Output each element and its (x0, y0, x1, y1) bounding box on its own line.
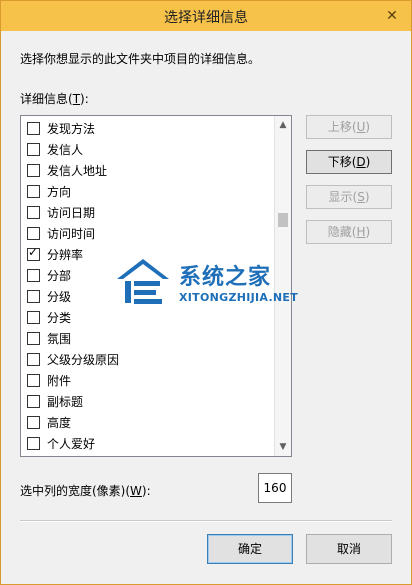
checkbox[interactable] (27, 395, 40, 408)
dialog-description: 选择你想显示的此文件夹中项目的详细信息。 (20, 52, 261, 66)
chevron-down-icon[interactable]: ▼ (275, 439, 291, 455)
list-item[interactable]: 个人爱好 (21, 433, 271, 454)
details-items: 发现方法发信人发信人地址方向访问日期访问时间分辨率分部分级分类氛围父级分级原因附… (21, 118, 271, 454)
list-item-label: 发现方法 (47, 122, 96, 136)
close-button[interactable]: ✕ (381, 6, 403, 26)
column-width-label: 选中列的宽度(像素)(W): (20, 484, 151, 498)
vertical-scrollbar[interactable]: ▲ ▼ (274, 116, 291, 456)
list-item-label: 氛围 (47, 332, 72, 346)
choose-details-dialog: 选择详细信息 ✕ 选择你想显示的此文件夹中项目的详细信息。 详细信息(T): 发… (0, 0, 412, 585)
dialog-body: 选择你想显示的此文件夹中项目的详细信息。 详细信息(T): 发现方法发信人发信人… (8, 31, 404, 577)
list-item[interactable]: 发信人 (21, 139, 271, 160)
list-item[interactable]: 发信人地址 (21, 160, 271, 181)
scrollbar-thumb[interactable] (278, 213, 288, 227)
checkbox[interactable] (27, 332, 40, 345)
list-item-label: 方向 (47, 185, 72, 199)
list-item[interactable]: 父级分级原因 (21, 349, 271, 370)
details-listbox[interactable]: 发现方法发信人发信人地址方向访问日期访问时间分辨率分部分级分类氛围父级分级原因附… (20, 115, 292, 457)
list-item-label: 附件 (47, 374, 72, 388)
checkbox[interactable] (27, 437, 40, 450)
list-item-label: 高度 (47, 416, 72, 430)
checkbox[interactable] (27, 269, 40, 282)
close-icon: ✕ (386, 8, 398, 24)
checkbox[interactable] (27, 416, 40, 429)
chevron-up-icon[interactable]: ▲ (275, 117, 291, 133)
list-item-label: 分部 (47, 269, 72, 283)
list-item[interactable]: 分级 (21, 286, 271, 307)
list-item-label: 父级分级原因 (47, 353, 120, 367)
list-item[interactable]: 分部 (21, 265, 271, 286)
move-down-button[interactable]: 下移(D) (306, 150, 392, 174)
checkbox[interactable] (27, 353, 40, 366)
checkbox[interactable] (27, 206, 40, 219)
checkbox[interactable] (27, 374, 40, 387)
column-width-input[interactable]: 160 (258, 473, 292, 503)
list-item[interactable]: 分类 (21, 307, 271, 328)
cancel-button[interactable]: 取消 (306, 534, 392, 564)
checkbox[interactable] (27, 185, 40, 198)
list-item-label: 访问日期 (47, 206, 96, 220)
list-item-label: 访问时间 (47, 227, 96, 241)
checkbox[interactable] (27, 122, 40, 135)
title-bar[interactable]: 选择详细信息 ✕ (1, 1, 411, 31)
list-item-label: 分类 (47, 311, 72, 325)
list-item[interactable]: 访问时间 (21, 223, 271, 244)
list-item[interactable]: 方向 (21, 181, 271, 202)
details-list-label: 详细信息(T): (20, 92, 89, 106)
checkbox[interactable] (27, 143, 40, 156)
dialog-title: 选择详细信息 (164, 10, 248, 26)
checkbox[interactable] (27, 227, 40, 240)
list-item[interactable]: 副标题 (21, 391, 271, 412)
list-item[interactable]: 分辨率 (21, 244, 271, 265)
list-item-label: 分级 (47, 290, 72, 304)
list-item-label: 发信人地址 (47, 164, 108, 178)
list-item-label: 副标题 (47, 395, 84, 409)
checkbox[interactable] (27, 290, 40, 303)
list-item-label: 分辨率 (47, 248, 84, 262)
list-item-label: 个人爱好 (47, 437, 96, 451)
move-up-button[interactable]: 上移(U) (306, 115, 392, 139)
separator (20, 520, 392, 522)
hide-button[interactable]: 隐藏(H) (306, 220, 392, 244)
list-item[interactable]: 高度 (21, 412, 271, 433)
list-item[interactable]: 氛围 (21, 328, 271, 349)
show-button[interactable]: 显示(S) (306, 185, 392, 209)
list-item[interactable]: 附件 (21, 370, 271, 391)
ok-button[interactable]: 确定 (207, 534, 293, 564)
list-item[interactable]: 访问日期 (21, 202, 271, 223)
checkbox-checked[interactable] (27, 245, 40, 261)
checkbox[interactable] (27, 311, 40, 324)
list-item[interactable]: 发现方法 (21, 118, 271, 139)
list-item-label: 发信人 (47, 143, 84, 157)
checkbox[interactable] (27, 164, 40, 177)
